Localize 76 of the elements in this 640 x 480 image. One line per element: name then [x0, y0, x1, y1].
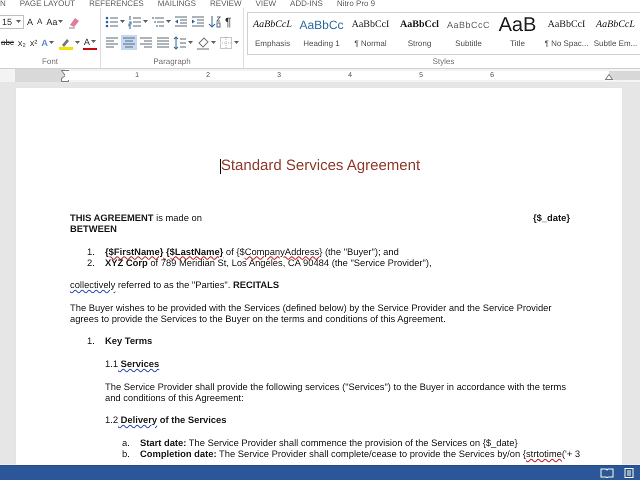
- toolbar-button[interactable]: [138, 35, 154, 50]
- book-icon[interactable]: [600, 468, 614, 478]
- align-right-icon: [139, 36, 153, 50]
- toolbar-button[interactable]: [218, 35, 240, 50]
- group-label: Font: [42, 56, 58, 66]
- list-marker: a.: [122, 437, 131, 448]
- toolbar-button[interactable]: [172, 35, 194, 50]
- document-text: BETWEEN: [70, 223, 118, 234]
- page-icon[interactable]: [624, 468, 634, 478]
- bullet-list-icon: [105, 14, 119, 28]
- style-item[interactable]: AaBbCc Heading 1: [297, 13, 346, 54]
- numbered-list-icon: [128, 14, 142, 28]
- list-marker: 2.: [87, 256, 96, 268]
- document-text: 1.2 Delivery of the Services: [105, 414, 228, 426]
- menu-tab[interactable]: MAILINGS: [158, 0, 196, 8]
- document-text: XYZ Corp of 789 Meridian St, Los Angeles, CA 90484 (the "Service Provider"),: [105, 256, 433, 268]
- style-item[interactable]: AaBbCcI ¶ Normal: [346, 13, 395, 54]
- strikethrough-button[interactable]: abc: [0, 35, 15, 50]
- show-marks-button[interactable]: ¶: [224, 14, 232, 29]
- caret-icon: [16, 20, 22, 23]
- indent-icon: [191, 14, 205, 28]
- style-item[interactable]: AaBbCcI ¶ No Spac...: [542, 13, 591, 54]
- multilevel-list-icon: [151, 14, 165, 28]
- toolbar-button[interactable]: [190, 14, 206, 29]
- document-text: Completion date: The Service Provider shall complete/cease to provide the Services by/on {strtotime('+ 3: [140, 448, 580, 460]
- list-marker: 1.: [87, 246, 96, 257]
- document-text: {$_date}: [532, 212, 570, 223]
- toolbar-button[interactable]: [195, 35, 217, 50]
- menu-tab[interactable]: ADD-INS: [290, 0, 323, 8]
- menu-tab[interactable]: Nitro Pro 9: [336, 0, 376, 8]
- document-text: The Service Provider shall provide the following services ("Services") to the Buyer in accordance with the terms and conditions of this Agreement:: [105, 380, 568, 403]
- toolbar-button[interactable]: [121, 35, 137, 50]
- change-case-button[interactable]: Aa: [45, 14, 64, 29]
- subscript-button[interactable]: x₂: [16, 35, 27, 50]
- toolbar-button[interactable]: [207, 14, 223, 29]
- document-text: Key Terms: [105, 335, 154, 346]
- borders-icon: [219, 36, 233, 50]
- superscript-button[interactable]: x²: [28, 35, 38, 50]
- menu-tab[interactable]: REVIEW: [210, 0, 242, 8]
- text-cursor: [220, 158, 221, 174]
- style-item[interactable]: AaBbCcL Emphasis: [248, 13, 297, 54]
- align-center-icon: [122, 36, 136, 50]
- sort-icon: [208, 14, 222, 28]
- document-text: 1.1 Services: [105, 358, 160, 369]
- style-item[interactable]: AaBbCcC Subtitle: [444, 13, 493, 54]
- justify-icon: [156, 36, 170, 50]
- paint-bucket-icon: [196, 36, 210, 50]
- toolbar-button[interactable]: [127, 14, 149, 29]
- document-text: {$FirstName} {$LastName} of {$CompanyAddress} (the "Buyer"); and: [105, 246, 400, 257]
- list-marker: b.: [122, 448, 131, 460]
- menu-tab[interactable]: REFERENCES: [89, 0, 144, 8]
- document-text: The Buyer wishes to be provided with the Services (defined below) by the Service Provider and the Service Provider agrees to provide the Services to the Buyer on the terms and conditions of this Agreement.: [70, 302, 552, 324]
- document-text: Start date: The Service Provider shall commence the provision of the Services on {$_date}: [140, 437, 519, 448]
- style-item[interactable]: AaBbCcL Subtle Em...: [591, 13, 640, 54]
- group-label: Paragraph: [153, 56, 191, 66]
- shrink-font-button[interactable]: A: [36, 14, 44, 29]
- toolbar-button[interactable]: [173, 14, 189, 29]
- grow-font-button[interactable]: A: [26, 14, 34, 29]
- line-spacing-icon: [173, 36, 187, 50]
- style-item[interactable]: AaB Title: [493, 13, 542, 54]
- outdent-icon: [174, 14, 188, 28]
- toolbar-button[interactable]: [104, 35, 120, 50]
- style-item[interactable]: AaBbCcl Strong: [395, 13, 444, 54]
- font-color-button[interactable]: A: [82, 36, 97, 50]
- menu-tab[interactable]: VIEW: [256, 0, 276, 8]
- menu-tab[interactable]: PAGE LAYOUT: [20, 0, 76, 8]
- group-label: Styles: [432, 56, 454, 66]
- toolbar-button[interactable]: [104, 14, 126, 29]
- document-title: Standard Services Agreement: [220, 158, 420, 174]
- font-size-field[interactable]: 15: [0, 14, 24, 28]
- list-marker: 1.: [87, 335, 96, 348]
- align-left-icon: [105, 36, 119, 50]
- document-text: collectively referred to as the "Parties". RECITALS: [70, 279, 280, 290]
- document-text: THIS AGREEMENT is made on: [70, 212, 202, 223]
- toolbar-button[interactable]: [155, 35, 171, 50]
- menu-tab[interactable]: N: [0, 0, 6, 8]
